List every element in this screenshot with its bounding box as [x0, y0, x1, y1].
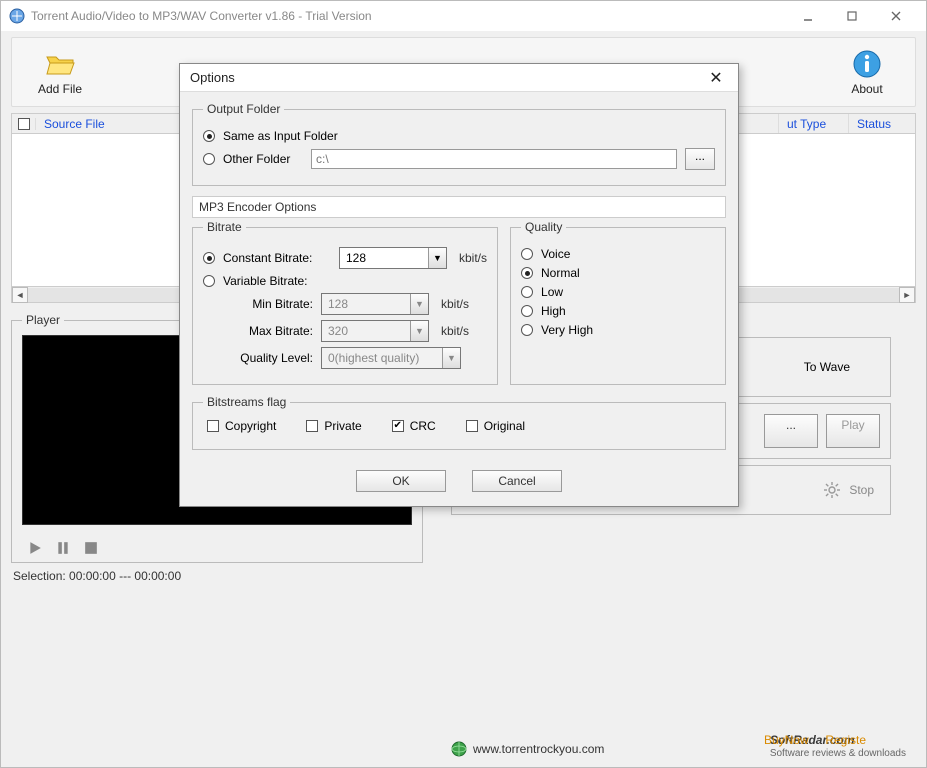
same-folder-label: Same as Input Folder: [223, 129, 338, 143]
min-bitrate-value: 128: [322, 297, 410, 311]
check-private[interactable]: [306, 420, 318, 432]
buynow-text: BuyNow: [764, 733, 809, 747]
check-crc[interactable]: ✔: [392, 420, 404, 432]
stop-label: Stop: [849, 483, 874, 497]
folder-open-icon: [44, 48, 76, 80]
max-bitrate-value: 320: [322, 324, 410, 338]
chevron-down-icon: ▼: [428, 248, 446, 268]
min-bitrate-label: Min Bitrate:: [203, 297, 313, 311]
chevron-down-icon: ▼: [410, 321, 428, 341]
brand-sub: Software reviews & downloads: [770, 748, 906, 759]
check-original[interactable]: [466, 420, 478, 432]
bitstream-flags-group: Bitstreams flag Copyright Private ✔ CRC O…: [192, 395, 726, 450]
chevron-down-icon: ▼: [442, 348, 460, 368]
window-title: Torrent Audio/Video to MP3/WAV Converter…: [31, 9, 786, 23]
scroll-right-arrow[interactable]: ►: [899, 287, 915, 303]
column-status[interactable]: Status: [849, 114, 915, 133]
constant-bitrate-combo[interactable]: 128▼: [339, 247, 447, 269]
quality-normal-label: Normal: [541, 266, 580, 280]
main-window: Torrent Audio/Video to MP3/WAV Converter…: [0, 0, 927, 768]
bitrate-legend: Bitrate: [203, 220, 246, 234]
stop-icon[interactable]: [84, 541, 98, 555]
quality-level-label: Quality Level:: [203, 351, 313, 365]
constant-bitrate-label: Constant Bitrate:: [223, 251, 331, 265]
dialog-titlebar: Options ✕: [180, 64, 738, 92]
about-button[interactable]: About: [827, 48, 907, 96]
gear-icon: [823, 481, 841, 499]
min-bitrate-combo[interactable]: 128▼: [321, 293, 429, 315]
quality-group: Quality Voice Normal Low High Very High: [510, 220, 726, 385]
copyright-label: Copyright: [225, 419, 276, 433]
output-folder-legend: Output Folder: [203, 102, 284, 116]
checkbox-icon: [18, 118, 30, 130]
add-file-button[interactable]: Add File: [20, 48, 100, 96]
bitstream-flags-legend: Bitstreams flag: [203, 395, 290, 409]
radio-quality-low[interactable]: [521, 286, 533, 298]
unit-kbits-1: kbit/s: [459, 251, 487, 265]
minimize-button[interactable]: [786, 2, 830, 30]
unit-kbits-3: kbit/s: [441, 324, 469, 338]
app-icon: [9, 8, 25, 24]
constant-bitrate-value: 128: [340, 251, 428, 265]
bitrate-group: Bitrate Constant Bitrate: 128▼ kbit/s Va…: [192, 220, 498, 385]
check-copyright[interactable]: [207, 420, 219, 432]
radio-quality-high[interactable]: [521, 305, 533, 317]
player-legend: Player: [22, 313, 64, 327]
radio-quality-voice[interactable]: [521, 248, 533, 260]
radio-quality-veryhigh[interactable]: [521, 324, 533, 336]
quality-voice-label: Voice: [541, 247, 570, 261]
selection-readout: Selection: 00:00:00 --- 00:00:00: [13, 569, 914, 583]
website-link[interactable]: www.torrentrockyou.com: [473, 742, 604, 756]
max-bitrate-label: Max Bitrate:: [203, 324, 313, 338]
browse-folder-button[interactable]: ...: [685, 148, 715, 170]
radio-same-folder[interactable]: [203, 130, 215, 142]
chevron-down-icon: ▼: [410, 294, 428, 314]
quality-low-label: Low: [541, 285, 563, 299]
dialog-buttons: OK Cancel: [180, 460, 738, 506]
to-wave-label: To Wave: [804, 360, 850, 374]
quality-high-label: High: [541, 304, 566, 318]
quality-level-combo[interactable]: 0(highest quality)▼: [321, 347, 461, 369]
unit-kbits-2: kbit/s: [441, 297, 469, 311]
other-folder-path-input[interactable]: c:\: [311, 149, 677, 169]
crc-label: CRC: [410, 419, 436, 433]
play-output-button[interactable]: Play: [826, 414, 880, 448]
maximize-button[interactable]: [830, 2, 874, 30]
dialog-close-button[interactable]: ✕: [704, 68, 728, 88]
quality-level-value: 0(highest quality): [322, 351, 442, 365]
register-text: Registe: [825, 733, 866, 747]
radio-other-folder[interactable]: [203, 153, 215, 165]
close-button[interactable]: [874, 2, 918, 30]
column-output-type[interactable]: ut Type: [779, 114, 849, 133]
titlebar: Torrent Audio/Video to MP3/WAV Converter…: [1, 1, 926, 31]
scroll-left-arrow[interactable]: ◄: [12, 287, 28, 303]
select-all-checkbox[interactable]: [12, 118, 36, 130]
max-bitrate-combo[interactable]: 320▼: [321, 320, 429, 342]
other-folder-label: Other Folder: [223, 152, 303, 166]
options-dialog: Options ✕ Output Folder Same as Input Fo…: [179, 63, 739, 507]
globe-icon: [451, 741, 467, 757]
dialog-title: Options: [190, 70, 704, 85]
pause-icon[interactable]: [56, 541, 70, 555]
ok-button[interactable]: OK: [356, 470, 446, 492]
info-icon: [851, 48, 883, 80]
browse-output-button[interactable]: ...: [764, 414, 818, 448]
radio-constant-bitrate[interactable]: [203, 252, 215, 264]
original-label: Original: [484, 419, 525, 433]
radio-quality-normal[interactable]: [521, 267, 533, 279]
about-label: About: [851, 82, 882, 96]
play-icon[interactable]: [28, 541, 42, 555]
quality-legend: Quality: [521, 220, 566, 234]
output-folder-group: Output Folder Same as Input Folder Other…: [192, 102, 726, 186]
buy-register-overlay: BuyNow Registe: [764, 733, 866, 747]
quality-veryhigh-label: Very High: [541, 323, 593, 337]
variable-bitrate-label: Variable Bitrate:: [223, 274, 308, 288]
add-file-label: Add File: [38, 82, 82, 96]
player-controls: [22, 541, 412, 555]
private-label: Private: [324, 419, 361, 433]
encoder-section-label: MP3 Encoder Options: [192, 196, 726, 218]
cancel-button[interactable]: Cancel: [472, 470, 562, 492]
radio-variable-bitrate[interactable]: [203, 275, 215, 287]
